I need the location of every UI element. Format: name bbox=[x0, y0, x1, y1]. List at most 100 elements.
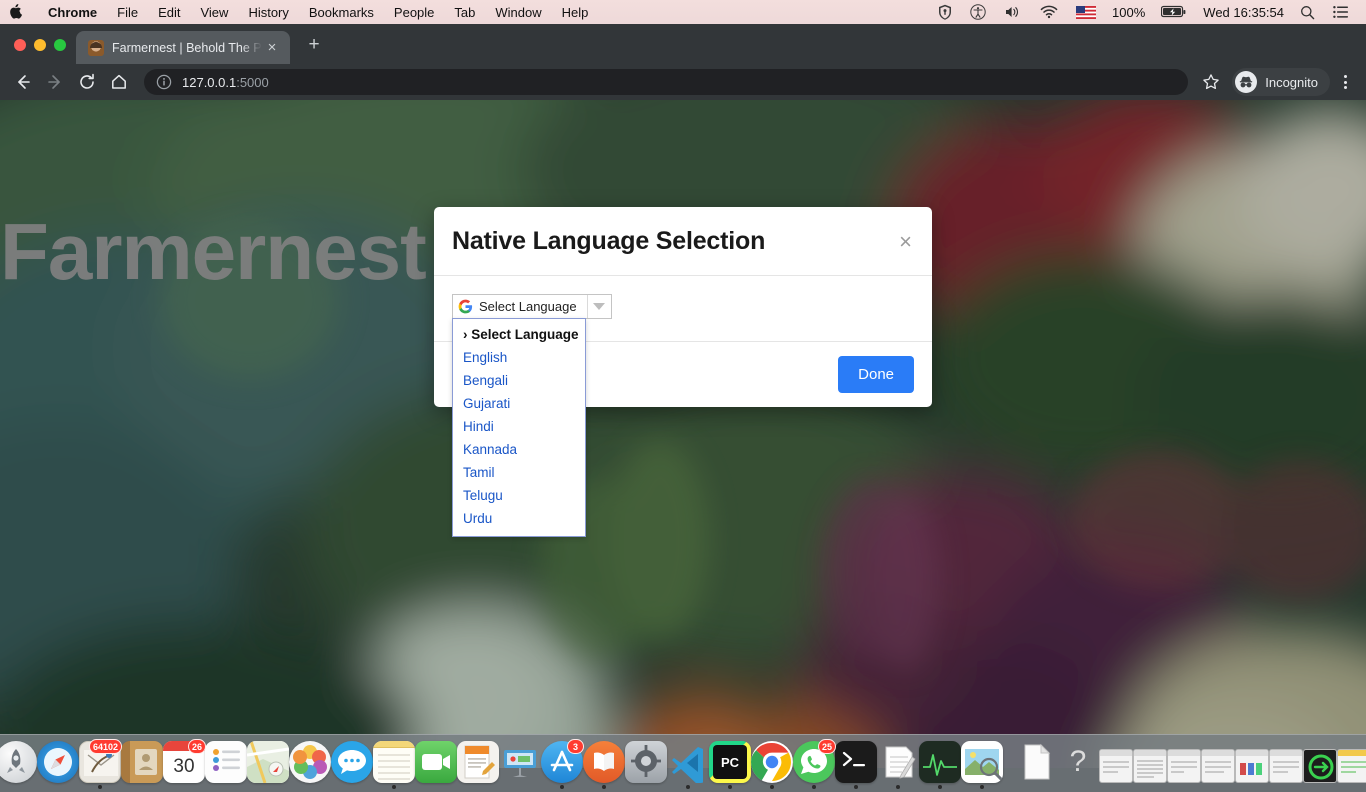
minimized-window-3[interactable] bbox=[1167, 749, 1201, 789]
dropdown-option-hindi[interactable]: Hindi bbox=[453, 415, 585, 438]
dock-item-pycharm[interactable]: PC bbox=[709, 741, 751, 789]
dock-item-whatsapp[interactable]: 25 bbox=[793, 739, 836, 789]
dock-item-photos[interactable] bbox=[289, 741, 331, 789]
running-dot bbox=[1034, 785, 1038, 789]
apple-logo-icon[interactable] bbox=[8, 3, 38, 21]
info-circle-icon[interactable] bbox=[156, 74, 172, 90]
dock-item-downloads-document[interactable] bbox=[1015, 741, 1057, 789]
menu-item-edit[interactable]: Edit bbox=[148, 5, 190, 20]
dropdown-option-gujarati[interactable]: Gujarati bbox=[453, 392, 585, 415]
dropdown-option-bengali[interactable]: Bengali bbox=[453, 369, 585, 392]
dock-item-help-question[interactable]: ? bbox=[1057, 741, 1099, 789]
running-dot bbox=[1318, 785, 1322, 789]
dock-item-preview[interactable] bbox=[961, 741, 1003, 789]
dock-item-facetime[interactable] bbox=[415, 741, 457, 789]
close-icon[interactable]: × bbox=[899, 230, 912, 253]
dock-item-pages[interactable] bbox=[457, 741, 499, 789]
dock-item-ibooks[interactable] bbox=[583, 741, 625, 789]
dock-item-messages[interactable] bbox=[331, 741, 373, 789]
dock-item-mail[interactable]: 64102 bbox=[79, 739, 122, 789]
dock-item-visual-studio-code[interactable] bbox=[667, 741, 709, 789]
incognito-profile-chip[interactable]: Incognito bbox=[1232, 68, 1330, 96]
google-g-icon bbox=[458, 299, 473, 314]
dock-item-reminders[interactable] bbox=[205, 741, 247, 789]
menu-item-history[interactable]: History bbox=[238, 5, 298, 20]
flag-us-icon[interactable] bbox=[1067, 5, 1105, 19]
dock-item-launchpad[interactable] bbox=[0, 741, 37, 789]
url-host-text: 127.0.0.1 bbox=[182, 74, 237, 90]
three-dot-menu-icon[interactable] bbox=[1332, 75, 1358, 89]
clock-datetime[interactable]: Wed 16:35:54 bbox=[1196, 5, 1291, 20]
minimized-window-8[interactable] bbox=[1337, 749, 1366, 789]
minimized-window-4[interactable] bbox=[1201, 749, 1235, 789]
page-viewport: Farmernest Native Language Selection × S… bbox=[0, 100, 1366, 768]
dock-item-terminal[interactable] bbox=[835, 741, 877, 789]
minimized-window-7[interactable] bbox=[1303, 749, 1337, 789]
address-bar[interactable]: 127.0.0.1:5000 bbox=[144, 69, 1189, 95]
battery-charging-icon[interactable] bbox=[1152, 5, 1196, 19]
minimized-window-2[interactable] bbox=[1133, 749, 1167, 789]
dropdown-option-select-language[interactable]: › Select Language bbox=[453, 323, 585, 346]
minimized-window-1[interactable] bbox=[1099, 749, 1133, 789]
volume-icon[interactable] bbox=[995, 4, 1031, 20]
done-button[interactable]: Done bbox=[838, 356, 914, 393]
menu-item-tab[interactable]: Tab bbox=[444, 5, 485, 20]
menu-item-chrome[interactable]: Chrome bbox=[38, 5, 107, 20]
dropdown-option-kannada[interactable]: Kannada bbox=[453, 438, 585, 461]
dropdown-option-tamil[interactable]: Tamil bbox=[453, 461, 585, 484]
dropdown-option-english[interactable]: English bbox=[453, 346, 585, 369]
menu-bar-status-area: 100% Wed 16:35:54 bbox=[929, 4, 1358, 20]
dock-item-activity-monitor[interactable] bbox=[919, 741, 961, 789]
menu-item-bookmarks[interactable]: Bookmarks bbox=[299, 5, 384, 20]
running-dot bbox=[938, 785, 942, 789]
language-dropdown-list[interactable]: › Select Language English Bengali Gujara… bbox=[452, 318, 586, 537]
bookmark-star-icon[interactable] bbox=[1196, 67, 1226, 97]
home-button[interactable] bbox=[104, 67, 134, 97]
macos-dock: 64102 26 30 3 PC 25 ? bbox=[0, 734, 1366, 792]
dock-item-contacts[interactable] bbox=[121, 741, 163, 789]
browser-tab-active[interactable]: Farmernest | Behold The Powe × bbox=[76, 31, 290, 64]
calendar-day-label: 30 bbox=[173, 756, 195, 777]
dropdown-option-telugu[interactable]: Telugu bbox=[453, 484, 585, 507]
dropdown-option-urdu[interactable]: Urdu bbox=[453, 507, 585, 530]
dock-item-google-chrome[interactable] bbox=[751, 741, 793, 789]
tab-title-label: Farmernest | Behold The Powe bbox=[112, 40, 262, 55]
tab-close-icon[interactable]: × bbox=[262, 39, 282, 56]
new-tab-button[interactable]: + bbox=[300, 32, 328, 60]
menu-item-file[interactable]: File bbox=[107, 5, 148, 20]
minimized-window-5[interactable] bbox=[1235, 749, 1269, 789]
menu-item-view[interactable]: View bbox=[190, 5, 238, 20]
menu-item-window[interactable]: Window bbox=[485, 5, 551, 20]
chrome-tab-strip: Farmernest | Behold The Powe × + bbox=[0, 24, 1366, 64]
modal-body: Select Language › Select Language Englis… bbox=[434, 276, 932, 537]
window-maximize-button[interactable] bbox=[54, 39, 66, 51]
spotlight-search-icon[interactable] bbox=[1291, 5, 1324, 20]
notification-center-icon[interactable] bbox=[1324, 5, 1358, 19]
minimized-window-6[interactable] bbox=[1269, 749, 1303, 789]
dock-item-textedit[interactable] bbox=[877, 741, 919, 789]
running-dot bbox=[770, 785, 774, 789]
dock-item-notes[interactable] bbox=[373, 741, 415, 789]
menu-item-people[interactable]: People bbox=[384, 5, 444, 20]
dropdown-arrow-icon[interactable] bbox=[586, 295, 611, 318]
forward-button[interactable] bbox=[40, 67, 70, 97]
reload-button[interactable] bbox=[72, 67, 102, 97]
back-button[interactable] bbox=[8, 67, 38, 97]
dock-item-maps[interactable] bbox=[247, 741, 289, 789]
running-dot bbox=[1216, 785, 1220, 789]
accessibility-icon[interactable] bbox=[961, 4, 995, 20]
shield-icon[interactable] bbox=[929, 4, 961, 20]
dock-item-safari[interactable] bbox=[37, 741, 79, 789]
dock-item-system-preferences[interactable] bbox=[625, 741, 667, 789]
window-close-button[interactable] bbox=[14, 39, 26, 51]
window-minimize-button[interactable] bbox=[34, 39, 46, 51]
google-translate-select[interactable]: Select Language bbox=[452, 294, 612, 319]
wifi-icon[interactable] bbox=[1031, 4, 1067, 20]
running-dot bbox=[602, 785, 606, 789]
running-dot bbox=[1182, 785, 1186, 789]
dock-item-keynote[interactable] bbox=[499, 741, 541, 789]
url-port-text: :5000 bbox=[236, 74, 269, 90]
menu-item-help[interactable]: Help bbox=[552, 5, 599, 20]
dock-item-calendar[interactable]: 26 30 bbox=[163, 739, 206, 789]
dock-item-app-store[interactable]: 3 bbox=[541, 739, 584, 789]
